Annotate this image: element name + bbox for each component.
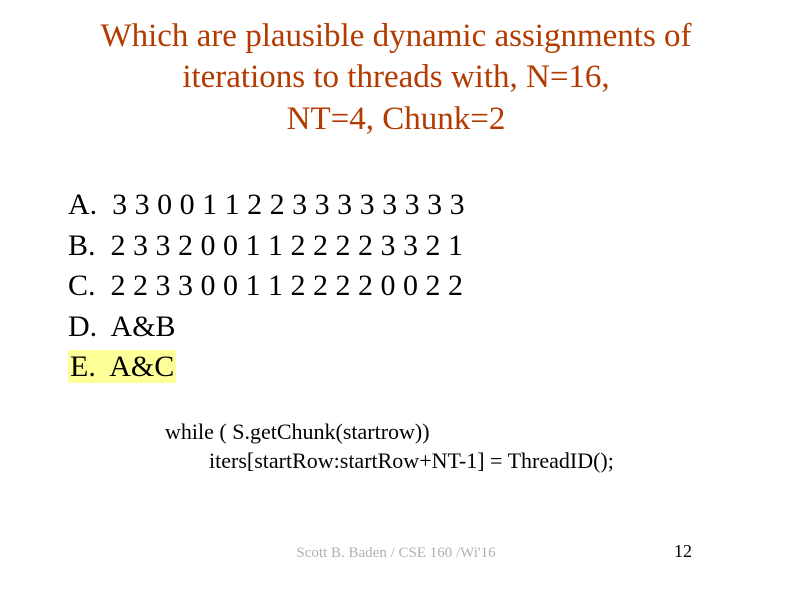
option-b: B. 2 3 3 2 0 0 1 1 2 2 2 2 3 3 2 1 [68, 226, 465, 267]
option-a: A. 3 3 0 0 1 1 2 2 3 3 3 3 3 3 3 3 [68, 185, 465, 226]
slide: Which are plausible dynamic assignments … [0, 0, 792, 612]
title-line-2: iterations to threads with, N=16, [182, 59, 609, 95]
code-line-1: while ( S.getChunk(startrow)) [165, 419, 430, 444]
answer-options: A. 3 3 0 0 1 1 2 2 3 3 3 3 3 3 3 3 B. 2 … [68, 185, 465, 388]
option-e: E. A&C [68, 347, 465, 388]
code-line-2: iters[startRow:startRow+NT-1] = ThreadID… [165, 448, 614, 473]
option-c: C. 2 2 3 3 0 0 1 1 2 2 2 2 0 0 2 2 [68, 266, 465, 307]
page-number: 12 [674, 541, 692, 562]
code-snippet: while ( S.getChunk(startrow)) iters[star… [165, 418, 614, 475]
option-d: D. A&B [68, 307, 465, 348]
slide-title: Which are plausible dynamic assignments … [0, 0, 792, 140]
title-line-1: Which are plausible dynamic assignments … [100, 18, 691, 54]
title-line-3: NT=4, Chunk=2 [287, 101, 506, 137]
